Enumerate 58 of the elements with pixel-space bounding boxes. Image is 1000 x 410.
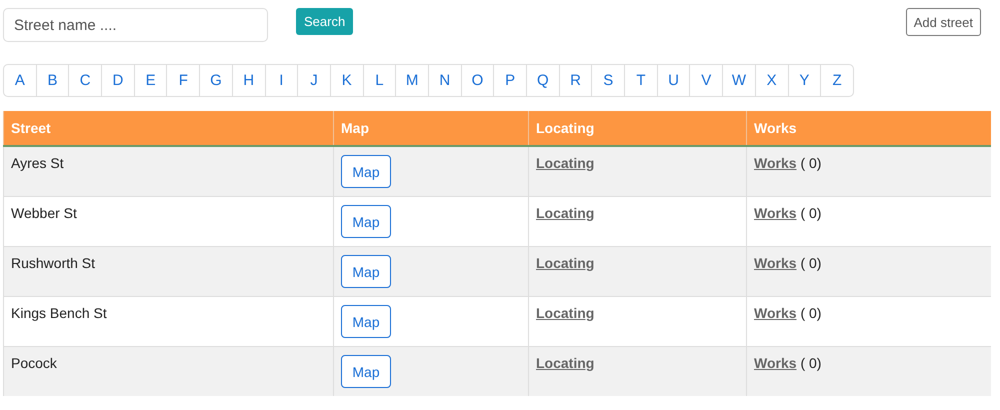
column-header: Works [746, 111, 991, 146]
works-link[interactable]: Works [754, 305, 797, 321]
column-header: Locating [528, 111, 746, 146]
map-button[interactable]: Map [341, 155, 391, 188]
letter-link[interactable]: Y [788, 65, 822, 96]
column-header: Map [334, 111, 528, 146]
letter-link[interactable]: F [167, 65, 200, 96]
works-link[interactable]: Works [754, 355, 797, 371]
letter-link[interactable]: Z [821, 65, 853, 96]
locating-link[interactable]: Locating [536, 205, 594, 221]
letter-link[interactable]: Q [527, 65, 560, 96]
letter-link[interactable]: B [36, 65, 70, 96]
letter-link[interactable]: N [428, 65, 462, 96]
letter-link[interactable]: C [69, 65, 102, 96]
letter-link[interactable]: T [625, 65, 658, 96]
column-header: Street [4, 111, 334, 146]
map-button[interactable]: Map [341, 205, 391, 238]
add-street-button[interactable]: Add street [906, 8, 981, 36]
letter-link[interactable]: W [723, 65, 756, 96]
works-count: ( 0) [800, 305, 822, 321]
works-link[interactable]: Works [754, 255, 797, 271]
search-field[interactable]: Street name .... [3, 8, 268, 42]
street-cell: Ayres St [4, 146, 334, 196]
street-cell: Rushworth St [4, 246, 334, 296]
map-button[interactable]: Map [341, 305, 391, 338]
letter-link[interactable]: D [102, 65, 135, 96]
letter-link[interactable]: H [232, 65, 266, 96]
letter-link[interactable]: I [266, 65, 298, 96]
letter-link[interactable]: E [134, 65, 168, 96]
letter-link[interactable]: R [560, 65, 592, 96]
search-button[interactable]: Search [296, 8, 354, 35]
street-cell: Pocock [4, 346, 334, 396]
locating-link[interactable]: Locating [536, 155, 594, 171]
letter-link[interactable]: S [592, 65, 626, 96]
works-link[interactable]: Works [754, 155, 797, 171]
works-count: ( 0) [800, 205, 822, 221]
works-link[interactable]: Works [754, 205, 797, 221]
letter-link[interactable]: P [494, 65, 527, 96]
letter-link[interactable]: U [658, 65, 690, 96]
locating-link[interactable]: Locating [536, 255, 594, 271]
letter-link[interactable]: X [756, 65, 788, 96]
map-button[interactable]: Map [341, 255, 391, 288]
street-cell: Kings Bench St [4, 296, 334, 346]
locating-link[interactable]: Locating [536, 305, 594, 321]
letter-link[interactable]: G [200, 65, 233, 96]
map-button[interactable]: Map [341, 355, 391, 388]
letter-link[interactable]: A [4, 65, 37, 96]
locating-link[interactable]: Locating [536, 355, 594, 371]
letter-link[interactable]: J [298, 65, 331, 96]
works-count: ( 0) [800, 355, 822, 371]
letter-link[interactable]: L [364, 65, 396, 96]
letter-link[interactable]: M [396, 65, 429, 96]
letter-link[interactable]: K [330, 65, 364, 96]
works-count: ( 0) [800, 255, 822, 271]
street-cell: Webber St [4, 196, 334, 246]
letter-link[interactable]: O [462, 65, 494, 96]
letter-link[interactable]: V [690, 65, 724, 96]
works-count: ( 0) [800, 155, 822, 171]
